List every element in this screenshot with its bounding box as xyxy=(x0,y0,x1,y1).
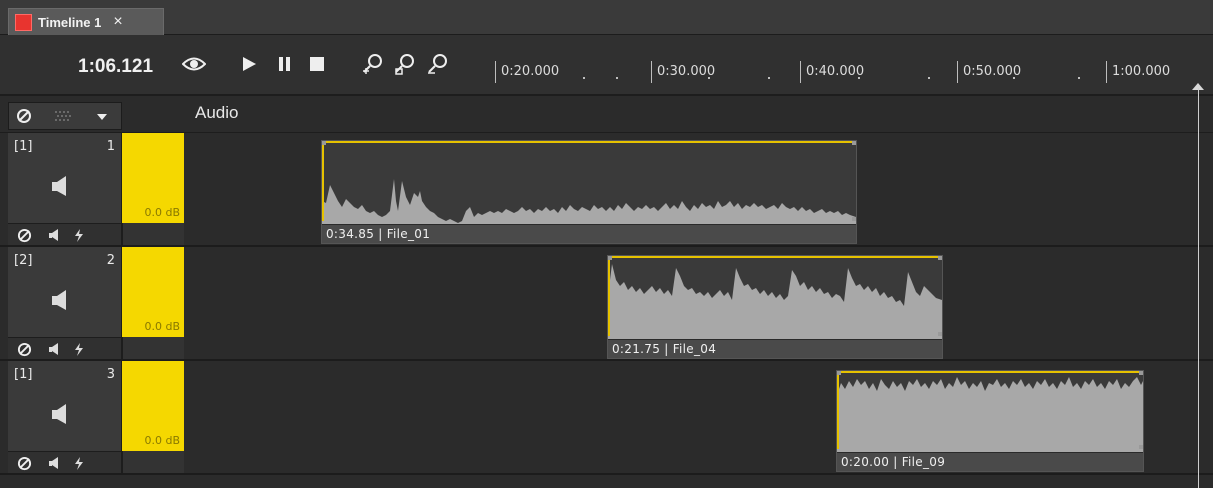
speaker-icon xyxy=(52,175,68,202)
volume-value: 0.0 dB xyxy=(144,320,180,333)
time-ruler[interactable]: 0:20.000 0:30.000 0:40.000 0:50.000 1:00… xyxy=(488,49,1200,89)
ruler-minor-tick xyxy=(583,77,585,79)
solo-speaker-icon[interactable] xyxy=(48,228,62,242)
track-header: [1] 1 xyxy=(8,133,122,245)
audio-group-header: Audio xyxy=(0,96,1213,133)
ruler-minor-tick xyxy=(768,77,770,79)
mute-icon[interactable] xyxy=(16,227,32,243)
waveform xyxy=(837,371,1143,453)
clip-label-bar: 0:21.75 | File_04 xyxy=(608,339,942,358)
ruler-label: 0:30.000 xyxy=(651,61,715,83)
track-footer xyxy=(8,337,121,359)
track-index: [1] xyxy=(14,367,33,382)
ruler-minor-tick xyxy=(616,77,618,79)
playhead-line[interactable] xyxy=(1198,88,1199,488)
current-time-readout: 1:06.121 xyxy=(78,56,154,77)
clip-corner-handle[interactable] xyxy=(322,141,326,145)
volume-envelope[interactable] xyxy=(322,141,856,143)
mute-icon[interactable] xyxy=(16,455,32,471)
volume-slider[interactable]: 0.0 dB xyxy=(122,361,184,451)
volume-value: 0.0 dB xyxy=(144,434,180,447)
audio-clip[interactable]: 0:21.75 | File_04 xyxy=(607,255,943,359)
ruler-minor-tick xyxy=(1013,77,1015,79)
clip-label: 0:21.75 | File_04 xyxy=(612,342,717,356)
volume-envelope[interactable] xyxy=(608,256,942,258)
tab-label: Timeline 1 xyxy=(38,14,102,30)
effects-icon[interactable] xyxy=(72,228,86,242)
ruler-minor-tick xyxy=(928,77,930,79)
speaker-icon xyxy=(52,289,68,316)
clip-corner-handle[interactable] xyxy=(938,332,942,336)
zoom-fit-icon[interactable] xyxy=(392,51,418,77)
ruler-label: 0:50.000 xyxy=(957,61,1021,83)
effects-icon[interactable] xyxy=(72,342,86,356)
effects-icon[interactable] xyxy=(72,456,86,470)
track-footer xyxy=(8,223,121,245)
clip-corner-handle[interactable] xyxy=(837,371,841,375)
mute-all-icon[interactable] xyxy=(15,107,33,125)
zoom-out-icon[interactable] xyxy=(425,51,451,77)
eye-icon[interactable] xyxy=(181,51,207,77)
clip-label: 0:34.85 | File_01 xyxy=(326,227,431,241)
solo-speaker-icon[interactable] xyxy=(48,456,62,470)
waveform xyxy=(322,141,856,225)
clip-label-bar: 0:20.00 | File_09 xyxy=(837,452,1143,471)
track-number: 1 xyxy=(106,139,115,154)
tab-color-swatch xyxy=(15,13,32,31)
fade-handle[interactable] xyxy=(322,141,324,221)
volume-slider[interactable]: 0.0 dB xyxy=(122,133,184,223)
volume-footer xyxy=(122,223,184,245)
clip-corner-handle[interactable] xyxy=(608,256,612,260)
clip-label: 0:20.00 | File_09 xyxy=(841,455,946,469)
track-index: [1] xyxy=(14,139,33,154)
stop-icon[interactable] xyxy=(304,51,330,77)
zoom-in-icon[interactable] xyxy=(360,51,386,77)
waveform xyxy=(608,256,942,340)
ruler-minor-tick xyxy=(1078,77,1080,79)
transport-toolbar: 1:06.121 0:20.000 0:30.000 0:40.000 0:50… xyxy=(0,35,1213,96)
grid-icon[interactable] xyxy=(55,109,73,123)
ruler-label: 0:20.000 xyxy=(495,61,559,83)
audio-clip[interactable]: 0:34.85 | File_01 xyxy=(321,140,857,244)
ruler-minor-tick xyxy=(858,77,860,79)
track-header: [2] 2 xyxy=(8,247,122,359)
audio-track-2: [2] 2 0.0 dB 0:21.75 | File_04 xyxy=(0,247,1213,361)
ruler-label: 1:00.000 xyxy=(1106,61,1170,83)
volume-value: 0.0 dB xyxy=(144,206,180,219)
clip-corner-handle[interactable] xyxy=(1139,371,1143,375)
track-index: [2] xyxy=(14,253,33,268)
audio-clip[interactable]: 0:20.00 | File_09 xyxy=(836,370,1144,472)
track-header: [1] 3 xyxy=(8,361,122,473)
audio-track-3: [1] 3 0.0 dB 0:20.00 | File_09 xyxy=(0,361,1213,475)
group-title: Audio xyxy=(195,103,239,122)
ruler-label: 0:40.000 xyxy=(800,61,864,83)
fade-handle[interactable] xyxy=(608,256,610,336)
clip-corner-handle[interactable] xyxy=(852,217,856,221)
volume-envelope[interactable] xyxy=(837,371,1143,373)
track-number: 2 xyxy=(106,253,115,268)
volume-slider[interactable]: 0.0 dB xyxy=(122,247,184,337)
volume-footer xyxy=(122,451,184,473)
tab-bar: Timeline 1 × xyxy=(0,0,1213,35)
track-number: 3 xyxy=(106,367,115,382)
audio-track-1: [1] 1 0.0 dB 0:34.85 | File_01 xyxy=(0,133,1213,247)
mute-icon[interactable] xyxy=(16,341,32,357)
solo-speaker-icon[interactable] xyxy=(48,342,62,356)
play-icon[interactable] xyxy=(236,51,262,77)
pause-icon[interactable] xyxy=(271,51,297,77)
clip-label-bar: 0:34.85 | File_01 xyxy=(322,224,856,243)
dropdown-icon[interactable] xyxy=(93,109,111,125)
group-controls xyxy=(8,102,122,130)
clip-corner-handle[interactable] xyxy=(852,141,856,145)
ruler-minor-tick xyxy=(708,77,710,79)
tab-timeline-1[interactable]: Timeline 1 × xyxy=(8,8,164,35)
clip-corner-handle[interactable] xyxy=(1139,445,1143,449)
clip-corner-handle[interactable] xyxy=(938,256,942,260)
fade-handle[interactable] xyxy=(837,371,839,449)
speaker-icon xyxy=(52,403,68,430)
track-footer xyxy=(8,451,121,473)
volume-footer xyxy=(122,337,184,359)
close-icon[interactable]: × xyxy=(113,13,122,31)
